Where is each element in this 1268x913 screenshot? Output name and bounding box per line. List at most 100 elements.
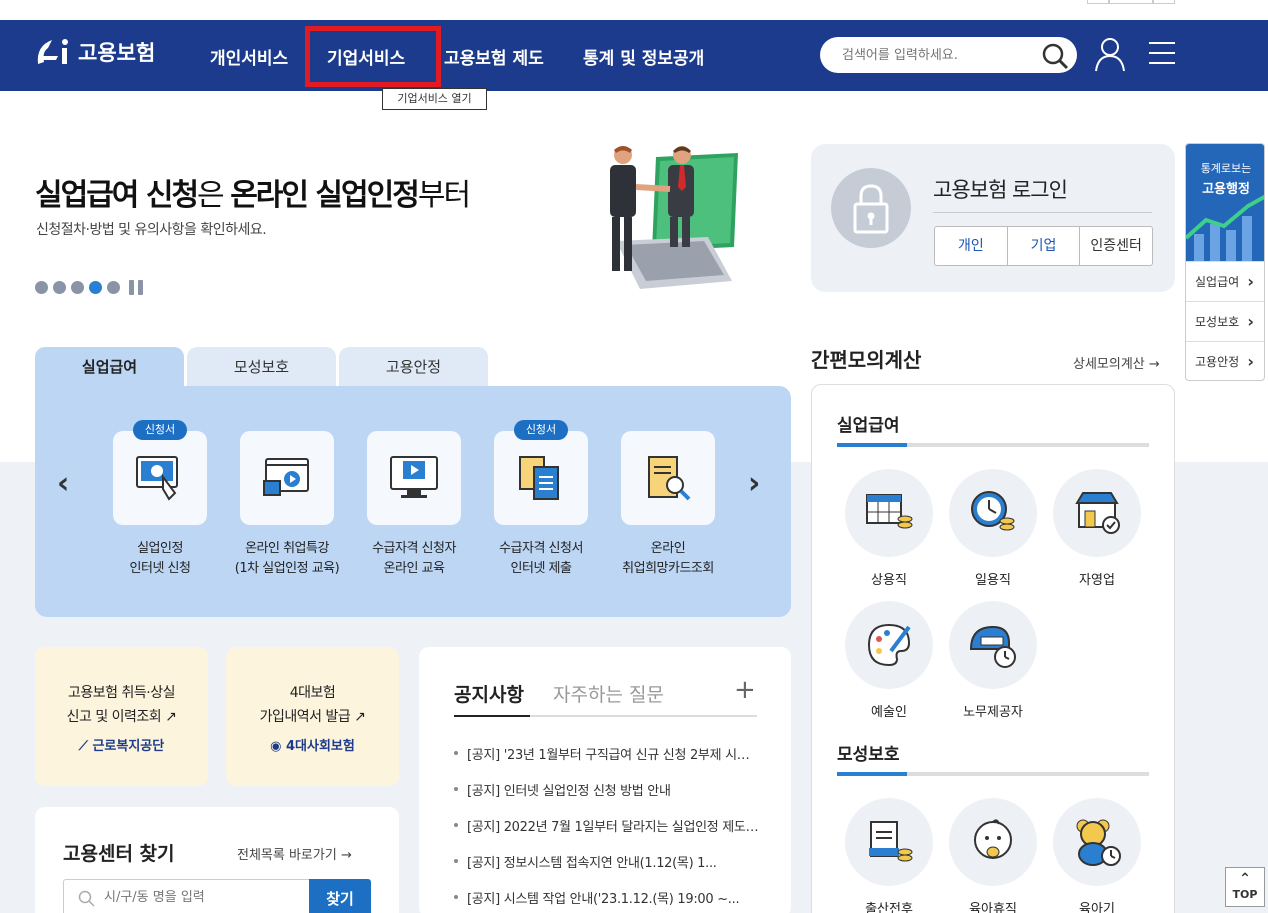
slider-dot[interactable] <box>71 281 84 294</box>
site-header: 고용보험 개인서비스 기업서비스 고용보험 제도 통계 및 정보공개 <box>0 20 1268 91</box>
notice-item[interactable]: [공지] 2022년 7월 1일부터 달라지는 실업인정 제도 안내 <box>454 816 759 852</box>
service-item[interactable]: 신청서 수급자격 신청서 인터넷 제출 <box>476 420 606 579</box>
quick-item-stability[interactable]: 고용안정 <box>1186 341 1264 380</box>
service-label: 취업희망카드조회 <box>622 561 714 576</box>
calc-item-parental-leave[interactable]: 육아휴직 <box>941 798 1045 913</box>
login-personal-button[interactable]: 개인 <box>935 227 1008 265</box>
calc-item-artist[interactable]: 예술인 <box>837 601 941 720</box>
service-item[interactable]: 신청서 실업인정 인터넷 신청 <box>95 420 225 579</box>
card-line: 4대보험 <box>289 685 336 701</box>
online-claim-icon <box>136 456 178 501</box>
hero-title[interactable]: 실업급여 신청은 온라인 실업인정부터 <box>35 170 471 214</box>
center-search-button[interactable]: 찾기 <box>309 879 371 913</box>
logo-mark-icon <box>34 34 72 70</box>
search-icon[interactable] <box>1041 42 1069 74</box>
nav-personal-service[interactable]: 개인서비스 <box>210 44 288 69</box>
service-icon-box: 신청서 <box>494 420 588 525</box>
calc-item-label: 일용직 <box>975 573 1011 588</box>
center-search-input[interactable] <box>104 890 294 905</box>
notice-item[interactable]: [공지] 인터넷 실업인정 신청 방법 안내 <box>454 780 759 816</box>
calc-item-daily[interactable]: 일용직 <box>941 469 1045 588</box>
service-badge: 신청서 <box>133 420 187 440</box>
video-lecture-icon <box>263 458 309 496</box>
service-icon-box <box>367 431 461 525</box>
card-brand: 4대사회보험 <box>286 739 355 754</box>
calc-item-label: 자영업 <box>1079 573 1115 588</box>
quick-item-unemployment[interactable]: 실업급여 <box>1186 261 1264 302</box>
calc-section-line <box>837 443 1149 447</box>
slider-dot[interactable] <box>35 281 48 294</box>
scroll-top-button[interactable]: ⌃ TOP <box>1225 867 1265 907</box>
calc-item-maternity-leave[interactable]: 출산전후 <box>837 798 941 913</box>
handshake-illustration <box>610 146 738 289</box>
card-line: 가입내역서 발급 <box>259 709 351 725</box>
calc-detail-link[interactable]: 상세모의계산 → <box>1073 353 1160 372</box>
nav-statistics[interactable]: 통계 및 정보공개 <box>583 44 704 69</box>
search-icon <box>78 890 96 912</box>
calc-item-self-employed[interactable]: 자영업 <box>1045 469 1149 588</box>
clock-coins-icon <box>971 491 1015 531</box>
quick-stats-banner[interactable]: 통계로보는 고용행정 <box>1186 144 1264 261</box>
service-tab-panel: ‹ › 신청서 실업인정 인터넷 신청 온라인 취업특강 (1차 실업인정 교육) … <box>35 386 791 617</box>
top-util-button[interactable] <box>1153 0 1175 4</box>
chevron-left-icon[interactable]: ‹ <box>57 466 69 501</box>
slider-dot-active[interactable] <box>89 281 102 294</box>
user-icon[interactable] <box>1094 36 1126 76</box>
chart-trend-icon <box>1186 194 1264 261</box>
insurance-history-card[interactable]: 고용보험 취득·상실 신고 및 이력조회 ↗ ⟋ 근로복지공단 <box>35 647 208 786</box>
card-brand: 근로복지공단 <box>92 739 165 754</box>
service-icon-box: 신청서 <box>113 420 207 525</box>
service-label: (1차 실업인정 교육) <box>234 561 340 576</box>
service-label: 수급자격 신청서 <box>499 541 583 556</box>
notice-item[interactable]: [공지] '23년 1월부터 구직급여 신규 신청 2부제 시행 안내 <box>454 744 759 780</box>
center-list-link[interactable]: 전체목록 바로가기 → <box>237 844 352 863</box>
document-coins-icon <box>869 821 913 862</box>
nav-insurance-system[interactable]: 고용보험 제도 <box>444 44 544 69</box>
calc-item-regular[interactable]: 상용직 <box>837 469 941 588</box>
notice-item[interactable]: [공지] 시스템 작업 안내('23.1.12.(목) 19:00 ~... <box>454 888 759 913</box>
calc-item-label: 출산전후 <box>865 902 913 913</box>
notice-tab[interactable]: 공지사항 <box>454 680 524 707</box>
menu-icon[interactable] <box>1149 41 1175 69</box>
logo-text: 고용보험 <box>78 41 156 65</box>
quick-menu: 통계로보는 고용행정 실업급여 모성보호 고용안정 <box>1185 143 1265 381</box>
teddy-bear-icon <box>1076 819 1121 866</box>
external-link-icon: ↗ <box>354 709 366 725</box>
center-finder-title: 고용센터 찾기 <box>63 843 175 865</box>
store-icon <box>1075 492 1120 534</box>
site-logo[interactable]: 고용보험 <box>34 34 155 70</box>
service-icon-box <box>621 431 715 525</box>
nav-focus-highlight <box>305 26 441 87</box>
insurance-certificate-card[interactable]: 4대보험 가입내역서 발급 ↗ ◉ 4대사회보험 <box>226 647 399 786</box>
top-util-button[interactable] <box>1087 0 1109 4</box>
lock-icon <box>831 168 911 248</box>
plus-icon[interactable]: + <box>734 675 756 705</box>
login-title: 고용보험 로그인 <box>933 178 1068 202</box>
chevron-right-icon[interactable]: › <box>748 466 760 501</box>
service-item[interactable]: 온라인 취업특강 (1차 실업인정 교육) <box>222 431 352 579</box>
slider-dot[interactable] <box>107 281 120 294</box>
service-item[interactable]: 온라인 취업희망카드조회 <box>603 431 733 579</box>
tab-maternity[interactable]: 모성보호 <box>187 347 336 387</box>
faq-tab[interactable]: 자주하는 질문 <box>553 680 664 707</box>
calc-item-childcare-period[interactable]: 육아기 <box>1045 798 1149 913</box>
login-business-button[interactable]: 기업 <box>1008 227 1081 265</box>
slider-dot[interactable] <box>53 281 66 294</box>
login-cert-center-button[interactable]: 인증센터 <box>1080 227 1152 265</box>
top-util-button[interactable] <box>1109 0 1153 4</box>
service-icon-box <box>240 431 334 525</box>
service-badge: 신청서 <box>514 420 568 440</box>
notice-item[interactable]: [공지] 정보시스템 접속지연 안내(1.12(목) 1... <box>454 852 759 888</box>
hero-subtitle: 신청절차·방법 및 유의사항을 확인하세요. <box>36 222 267 238</box>
pause-icon[interactable] <box>129 280 143 295</box>
calc-section-line <box>837 772 1149 776</box>
card-search-icon <box>648 456 691 501</box>
tab-unemployment[interactable]: 실업급여 <box>35 347 184 387</box>
hero-title-part: 실업급여 신청 <box>35 178 199 213</box>
service-item[interactable]: 수급자격 신청자 온라인 교육 <box>349 431 479 579</box>
tab-stability[interactable]: 고용안정 <box>339 347 488 387</box>
quick-item-maternity[interactable]: 모성보호 <box>1186 301 1264 342</box>
calc-item-labor-provider[interactable]: 노무제공자 <box>941 601 1045 720</box>
search-input[interactable] <box>842 45 1032 65</box>
service-label: 실업인정 <box>137 541 183 556</box>
